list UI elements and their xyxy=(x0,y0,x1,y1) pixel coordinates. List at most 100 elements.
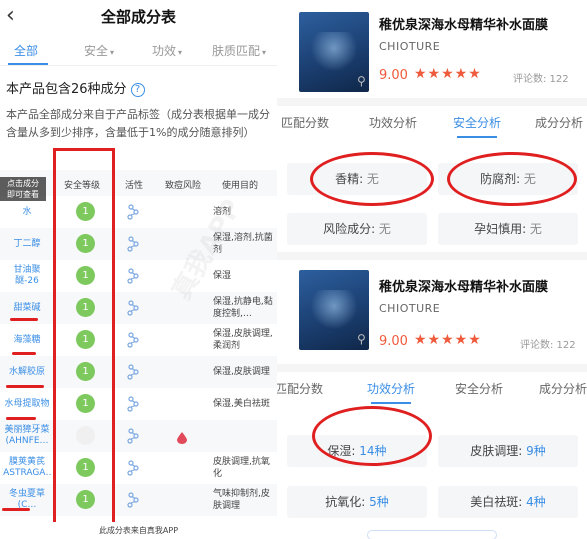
annotation-underline xyxy=(6,385,44,388)
screenshot-root: ‹ 全部成分表 全部 安全 ▾ 功效 ▾ 肤质匹配 ▾ 本产品包含26种成分? 本产品… xyxy=(0,0,587,539)
molecule-icon xyxy=(127,364,139,384)
star-rating: ★★★★★ xyxy=(414,66,482,82)
table-row[interactable]: 海藻糖 1 保湿,皮肤调理,柔润剂 xyxy=(0,324,277,356)
molecule-icon xyxy=(127,332,139,352)
ingredient-name[interactable]: 水母提取物 xyxy=(2,388,52,420)
chevron-down-icon: ▾ xyxy=(110,48,115,57)
annotation-underline xyxy=(2,508,30,511)
ingredient-purpose: 保湿,溶剂,抗菌剂 xyxy=(213,233,273,255)
ingredient-list-screen: ‹ 全部成分表 全部 安全 ▾ 功效 ▾ 肤质匹配 ▾ 本产品包含26种成分? 本产品… xyxy=(0,0,277,539)
ingredient-purpose: 皮肤调理,抗氧化 xyxy=(213,457,270,479)
header-bar: ‹ 全部成分表 xyxy=(0,0,277,34)
tab-match-score[interactable]: 匹配分数 xyxy=(281,114,329,131)
annotation-circle xyxy=(310,152,434,206)
molecule-icon xyxy=(127,492,139,512)
divider xyxy=(277,98,587,106)
tab-ingredient-analysis[interactable]: 成分分析 xyxy=(535,114,583,131)
table-row[interactable]: 水解胶原 1 保湿,皮肤调理 xyxy=(0,356,277,388)
tab-safety[interactable]: 安全 ▾ xyxy=(84,42,114,59)
search-icon[interactable]: ⚲ xyxy=(357,74,366,88)
search-icon[interactable]: ⚲ xyxy=(357,332,366,346)
divider xyxy=(277,364,587,372)
header-activity: 活性 xyxy=(125,181,144,191)
table-row[interactable]: 美丽獐牙菜(AHNFE… xyxy=(0,420,277,452)
tab-efficacy-analysis[interactable]: 功效分析 xyxy=(369,114,417,131)
tab-match-score[interactable]: 匹配分数 xyxy=(277,380,323,397)
table-row[interactable]: 甜菜碱 1 保湿,抗静电,黏度控制,… xyxy=(0,292,277,324)
tab-safety-analysis[interactable]: 安全分析 xyxy=(453,114,501,131)
divider xyxy=(277,252,587,260)
tab-all[interactable]: 全部 xyxy=(14,42,38,59)
tab-safety-analysis[interactable]: 安全分析 xyxy=(455,380,503,397)
page-title: 全部成分表 xyxy=(100,8,176,26)
table-row[interactable]: 冬虫夏草(C… 1 气味抑制剂,皮肤调理 xyxy=(0,484,277,516)
table-row[interactable]: 膜荚黄芪(ASTRAGA… 1 皮肤调理,抗氧化 xyxy=(0,452,277,484)
chip-whitening: 美白祛斑: 4种 xyxy=(438,486,578,518)
tab-skin-match[interactable]: 肤质匹配 ▾ xyxy=(212,42,266,59)
help-icon[interactable]: ? xyxy=(130,83,145,97)
table-row[interactable]: 甘油聚醚-26 1 保湿 xyxy=(0,260,277,292)
table-row[interactable]: 丁二醇 1 保湿,溶剂,抗菌剂 xyxy=(0,228,277,260)
ingredient-purpose: 保湿,抗静电,黏度控制,… xyxy=(213,297,273,319)
product-score: 9.00 xyxy=(379,68,408,83)
analysis-tabs: 匹配分数 功效分析 安全分析 成分分析 xyxy=(277,374,587,404)
ingredient-name[interactable]: 水解胶原 xyxy=(2,356,52,388)
tab-efficacy-analysis[interactable]: 功效分析 xyxy=(367,380,415,397)
tab-efficacy[interactable]: 功效 ▾ xyxy=(152,42,182,59)
molecule-icon xyxy=(127,396,139,416)
review-count[interactable]: 评论数: 122 xyxy=(520,336,576,351)
product-brand: CHIOTURE xyxy=(379,40,441,53)
review-count[interactable]: 评论数: 122 xyxy=(513,70,569,85)
annotation-underline xyxy=(10,318,38,321)
chevron-down-icon: ▾ xyxy=(178,48,183,57)
ingredient-name[interactable]: 冬虫夏草(C… xyxy=(2,484,52,516)
active-tab-underline xyxy=(371,402,411,404)
chip-antioxidant: 抗氧化: 5种 xyxy=(287,486,427,518)
bottom-button-edge xyxy=(367,530,497,539)
star-rating: ★★★★★ xyxy=(414,332,482,348)
molecule-icon xyxy=(127,204,139,224)
molecule-icon xyxy=(127,300,139,320)
annotation-underline xyxy=(12,352,36,355)
acne-risk-drop-icon xyxy=(177,429,187,448)
active-tab-underline xyxy=(457,136,497,138)
annotation-circle xyxy=(447,152,577,206)
chip-risk-ingredients: 风险成分: 无 xyxy=(287,213,427,245)
molecule-icon xyxy=(127,460,139,480)
annotation-red-box xyxy=(53,148,115,536)
table-row[interactable]: 水母提取物 1 保湿,美白祛斑 xyxy=(0,388,277,420)
ingredient-purpose: 气味抑制剂,皮肤调理 xyxy=(213,489,270,511)
annotation-circle xyxy=(312,406,432,466)
header-purpose: 使用目的 xyxy=(222,181,259,191)
molecule-icon xyxy=(127,428,139,448)
ingredient-purpose: 保湿,皮肤调理,柔润剂 xyxy=(213,329,273,351)
chip-pregnancy-caution: 孕妇慎用: 无 xyxy=(438,213,578,245)
ingredient-name[interactable]: 甘油聚醚-26 xyxy=(2,260,52,292)
chevron-down-icon: ▾ xyxy=(262,48,267,57)
ingredient-purpose: 保湿 xyxy=(213,271,232,281)
ingredient-name[interactable]: 美丽獐牙菜(AHNFE… xyxy=(2,420,52,452)
annotation-underline xyxy=(6,417,36,420)
tooltip: 点击成分 即可查看 xyxy=(0,177,46,201)
ingredient-purpose xyxy=(213,420,275,452)
chip-skin-conditioning: 皮肤调理: 9种 xyxy=(438,435,578,467)
product-title: 稚优泉深海水母精华补水面膜 xyxy=(379,280,549,295)
ingredient-count: 本产品包含26种成分? xyxy=(6,78,145,97)
ingredient-purpose: 保湿,皮肤调理 xyxy=(213,367,270,377)
molecule-icon xyxy=(127,236,139,256)
ingredient-name[interactable]: 丁二醇 xyxy=(2,228,52,260)
product-score: 9.00 xyxy=(379,334,408,349)
product-title: 稚优泉深海水母精华补水面膜 xyxy=(379,18,549,33)
ingredient-name[interactable]: 膜荚黄芪(ASTRAGA… xyxy=(2,452,52,484)
molecule-icon xyxy=(127,268,139,288)
ingredient-count-text: 本产品包含26种成分 xyxy=(6,82,127,97)
header-acne-risk: 致痘风险 xyxy=(165,181,202,191)
ingredient-purpose: 溶剂 xyxy=(213,207,232,217)
product-analysis-screen: ⚲ 稚优泉深海水母精华补水面膜 CHIOTURE 9.00 ★★★★★ 评论数:… xyxy=(277,0,587,539)
active-tab-underline xyxy=(8,63,48,65)
ingredient-purpose: 保湿,美白祛斑 xyxy=(213,399,270,409)
ingredient-description: 本产品全部成分来自于产品标签（成分表根据单一成分含量从多到少排序，含量低于1%的… xyxy=(6,108,270,139)
filter-tabs: 全部 安全 ▾ 功效 ▾ 肤质匹配 ▾ xyxy=(0,36,277,66)
source-footer: 此成分表来自真我APP xyxy=(0,522,277,539)
tab-ingredient-analysis[interactable]: 成分分析 xyxy=(539,380,587,397)
